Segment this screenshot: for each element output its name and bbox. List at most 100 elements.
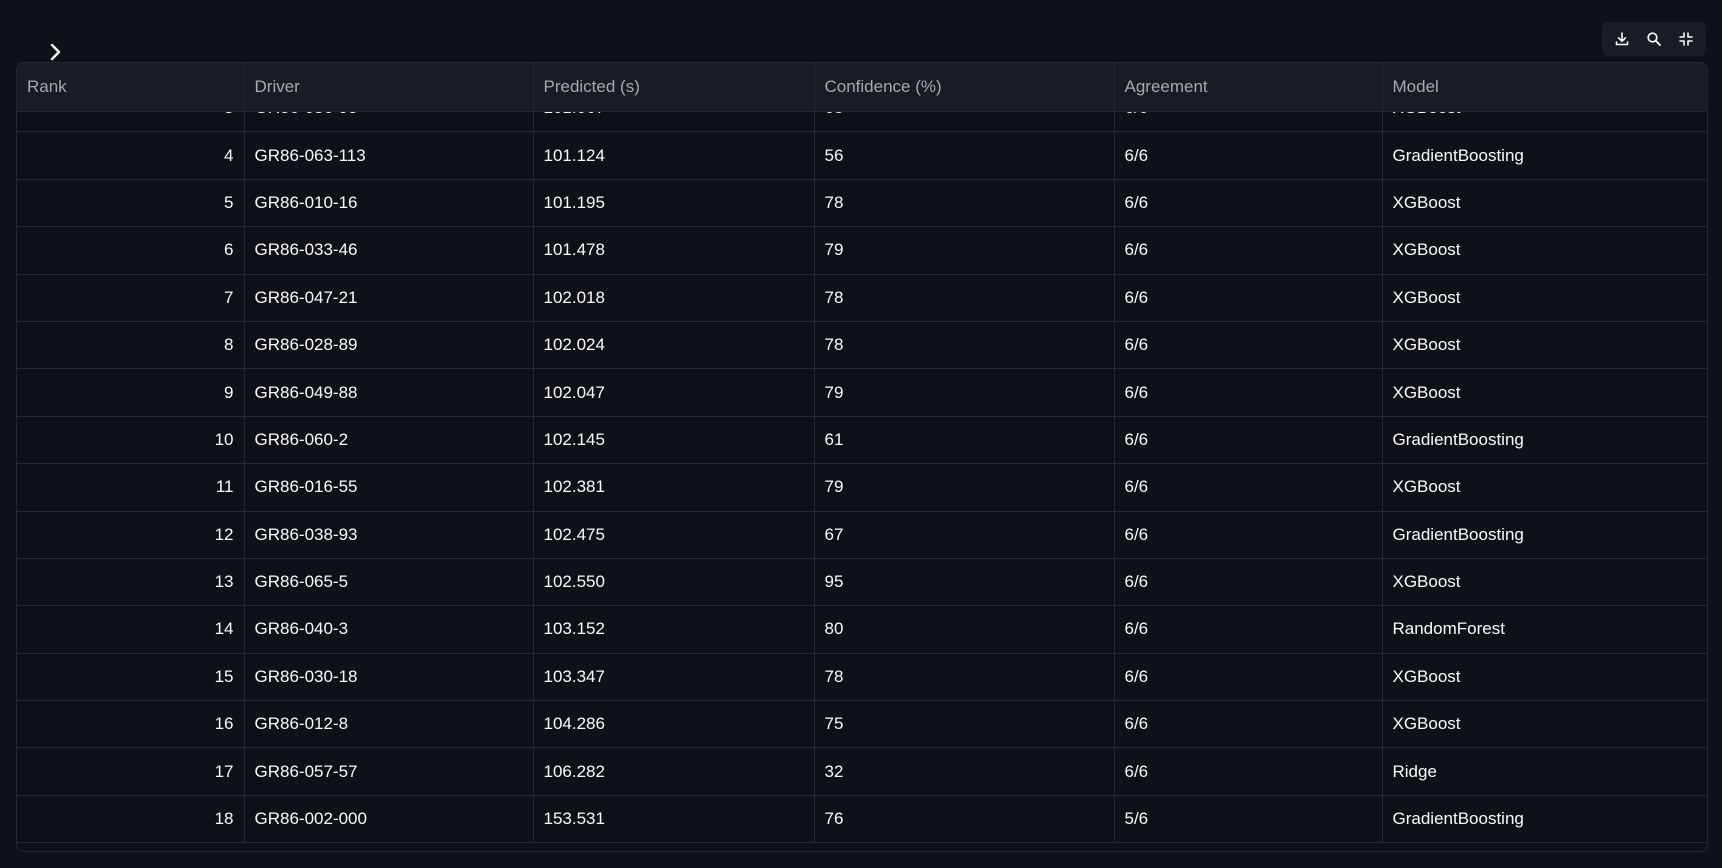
predicted-cell[interactable]: 153.531: [533, 795, 815, 844]
agreement-cell[interactable]: 6/6: [1114, 558, 1383, 607]
confidence-cell[interactable]: 65: [814, 112, 1115, 133]
agreement-cell[interactable]: 6/6: [1114, 463, 1383, 512]
driver-cell[interactable]: GR86-057-57: [244, 747, 534, 796]
model-cell[interactable]: XGBoost: [1382, 321, 1707, 370]
data-grid[interactable]: Rank Driver Predicted (s) Confidence (%)…: [16, 62, 1708, 852]
rank-cell[interactable]: 10: [17, 416, 245, 465]
download-button[interactable]: [1608, 25, 1636, 53]
table-row[interactable]: 16 GR86-012-8 104.286 75 6/6 XGBoost: [17, 700, 1707, 749]
table-row[interactable]: 8 GR86-028-89 102.024 78 6/6 XGBoost: [17, 321, 1707, 370]
confidence-cell[interactable]: 32: [814, 747, 1115, 796]
agreement-cell[interactable]: 6/6: [1114, 416, 1383, 465]
table-row[interactable]: 15 GR86-030-18 103.347 78 6/6 XGBoost: [17, 653, 1707, 702]
rank-cell[interactable]: 13: [17, 558, 245, 607]
driver-cell[interactable]: GR86-049-88: [244, 368, 534, 417]
model-cell[interactable]: Ridge: [1382, 747, 1707, 796]
confidence-cell[interactable]: 79: [814, 463, 1115, 512]
rank-cell[interactable]: 5: [17, 179, 245, 228]
driver-cell[interactable]: GR86-063-113: [244, 131, 534, 180]
table-row[interactable]: 7 GR86-047-21 102.018 78 6/6 XGBoost: [17, 274, 1707, 322]
predicted-cell[interactable]: 104.286: [533, 700, 815, 749]
driver-cell[interactable]: GR86-065-5: [244, 558, 534, 607]
driver-cell[interactable]: GR86-010-16: [244, 179, 534, 228]
model-cell[interactable]: XGBoost: [1382, 368, 1707, 417]
rank-cell[interactable]: 4: [17, 131, 245, 180]
predicted-cell[interactable]: 102.018: [533, 274, 815, 322]
driver-cell[interactable]: GR86-016-55: [244, 463, 534, 512]
rank-cell[interactable]: 11: [17, 463, 245, 512]
predicted-cell[interactable]: 101.478: [533, 226, 815, 275]
predicted-cell[interactable]: 103.152: [533, 605, 815, 654]
predicted-cell[interactable]: 102.475: [533, 511, 815, 559]
predicted-cell[interactable]: 102.381: [533, 463, 815, 512]
confidence-cell[interactable]: 78: [814, 274, 1115, 322]
table-row[interactable]: 17 GR86-057-57 106.282 32 6/6 Ridge: [17, 747, 1707, 796]
rank-cell[interactable]: 7: [17, 274, 245, 322]
model-cell[interactable]: XGBoost: [1382, 179, 1707, 228]
confidence-cell[interactable]: 79: [814, 368, 1115, 417]
rank-cell[interactable]: 15: [17, 653, 245, 702]
driver-cell[interactable]: GR86-028-89: [244, 321, 534, 370]
table-row[interactable]: 12 GR86-038-93 102.475 67 6/6 GradientBoostin…: [17, 511, 1707, 559]
table-row[interactable]: 14 GR86-040-3 103.152 80 6/6 RandomForest: [17, 605, 1707, 654]
column-header-rank[interactable]: Rank: [17, 63, 245, 112]
driver-cell[interactable]: GR86-033-46: [244, 226, 534, 275]
driver-cell[interactable]: GR86-047-21: [244, 274, 534, 322]
predicted-cell[interactable]: 101.124: [533, 131, 815, 180]
model-cell[interactable]: XGBoost: [1382, 558, 1707, 607]
model-cell[interactable]: GradientBoosting: [1382, 131, 1707, 180]
agreement-cell[interactable]: 6/6: [1114, 131, 1383, 180]
table-row[interactable]: 9 GR86-049-88 102.047 79 6/6 XGBoost: [17, 368, 1707, 417]
agreement-cell[interactable]: 6/6: [1114, 179, 1383, 228]
rank-cell[interactable]: 18: [17, 795, 245, 844]
model-cell[interactable]: GradientBoosting: [1382, 416, 1707, 465]
table-row[interactable]: 5 GR86-010-16 101.195 78 6/6 XGBoost: [17, 179, 1707, 228]
collapse-fullscreen-button[interactable]: [1672, 25, 1700, 53]
confidence-cell[interactable]: 79: [814, 226, 1115, 275]
predicted-cell[interactable]: 103.347: [533, 653, 815, 702]
predicted-cell[interactable]: 102.145: [533, 416, 815, 465]
table-row[interactable]: 18 GR86-002-000 153.531 76 5/6 GradientBoosti…: [17, 795, 1707, 844]
driver-cell[interactable]: GR86-012-8: [244, 700, 534, 749]
agreement-cell[interactable]: 6/6: [1114, 321, 1383, 370]
confidence-cell[interactable]: 78: [814, 321, 1115, 370]
rank-cell[interactable]: 8: [17, 321, 245, 370]
column-header-driver[interactable]: Driver: [244, 63, 534, 112]
rank-cell[interactable]: 16: [17, 700, 245, 749]
predicted-cell[interactable]: 102.550: [533, 558, 815, 607]
model-cell[interactable]: XGBoost: [1382, 226, 1707, 275]
confidence-cell[interactable]: 56: [814, 131, 1115, 180]
predicted-cell[interactable]: 106.282: [533, 747, 815, 796]
driver-cell[interactable]: GR86-060-2: [244, 416, 534, 465]
table-row[interactable]: 11 GR86-016-55 102.381 79 6/6 XGBoost: [17, 463, 1707, 512]
column-header-predicted[interactable]: Predicted (s): [533, 63, 815, 112]
model-cell[interactable]: XGBoost: [1382, 112, 1707, 133]
table-row[interactable]: 4 GR86-063-113 101.124 56 6/6 GradientBoostin…: [17, 131, 1707, 180]
agreement-cell[interactable]: 6/6: [1114, 747, 1383, 796]
confidence-cell[interactable]: 78: [814, 179, 1115, 228]
model-cell[interactable]: RandomForest: [1382, 605, 1707, 654]
rank-cell[interactable]: 6: [17, 226, 245, 275]
table-row[interactable]: 13 GR86-065-5 102.550 95 6/6 XGBoost: [17, 558, 1707, 607]
agreement-cell[interactable]: 6/6: [1114, 274, 1383, 322]
column-header-confidence[interactable]: Confidence (%): [814, 63, 1115, 112]
confidence-cell[interactable]: 67: [814, 511, 1115, 559]
table-row[interactable]: 10 GR86-060-2 102.145 61 6/6 GradientBoosting: [17, 416, 1707, 465]
model-cell[interactable]: XGBoost: [1382, 463, 1707, 512]
driver-cell[interactable]: GR86-038-93: [244, 511, 534, 559]
predicted-cell[interactable]: 101.195: [533, 179, 815, 228]
predicted-cell[interactable]: 102.024: [533, 321, 815, 370]
confidence-cell[interactable]: 95: [814, 558, 1115, 607]
search-button[interactable]: [1640, 25, 1668, 53]
table-row[interactable]: 3GR86-036-98101.067656/6XGBoost: [17, 112, 1707, 133]
confidence-cell[interactable]: 78: [814, 653, 1115, 702]
agreement-cell[interactable]: 6/6: [1114, 511, 1383, 559]
rank-cell[interactable]: 12: [17, 511, 245, 559]
agreement-cell[interactable]: 6/6: [1114, 112, 1383, 133]
model-cell[interactable]: XGBoost: [1382, 274, 1707, 322]
rank-cell[interactable]: 3: [17, 112, 245, 133]
grid-rows-viewport[interactable]: 3GR86-036-98101.067656/6XGBoost4GR86-063…: [17, 112, 1707, 851]
model-cell[interactable]: GradientBoosting: [1382, 511, 1707, 559]
model-cell[interactable]: XGBoost: [1382, 700, 1707, 749]
model-cell[interactable]: XGBoost: [1382, 653, 1707, 702]
